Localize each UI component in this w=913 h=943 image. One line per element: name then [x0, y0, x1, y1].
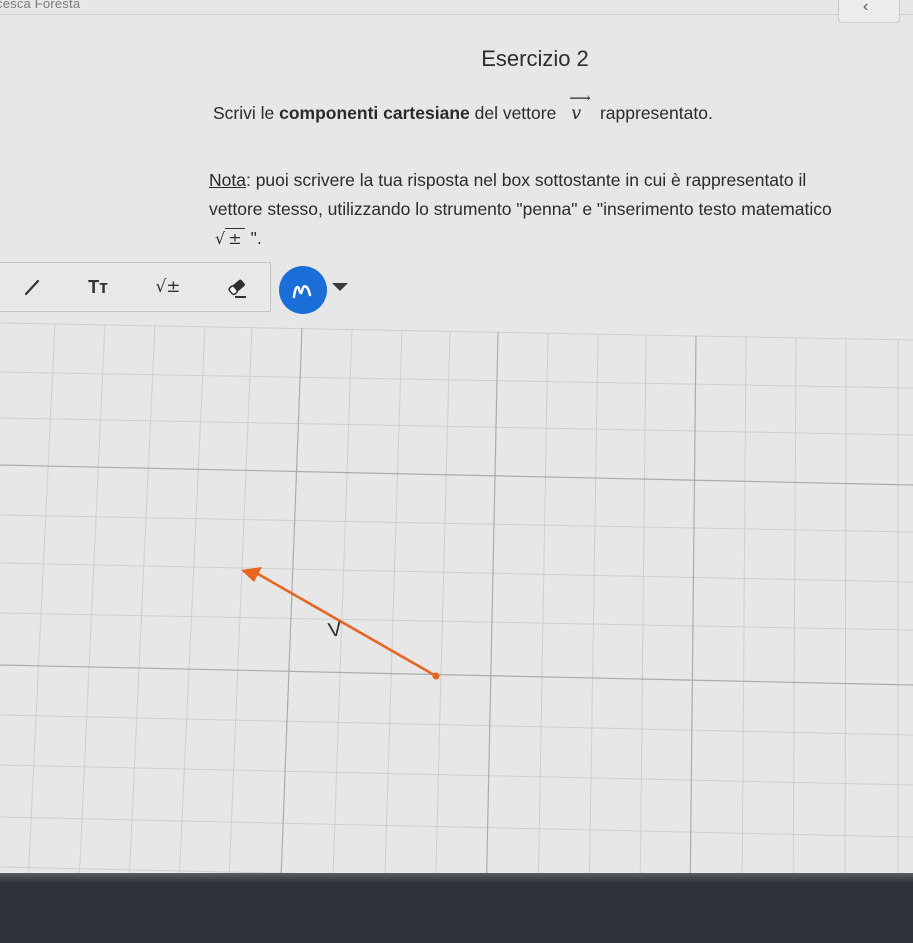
- grid-major: [0, 327, 913, 905]
- text-tool-button[interactable]: Tт: [64, 262, 133, 312]
- instruction-text: Scrivi le componenti cartesiane del vett…: [213, 89, 713, 124]
- note-label: Nota: [209, 170, 246, 190]
- note-text: Nota: puoi scrivere la tua risposta nel …: [209, 166, 849, 253]
- instruction-mid: del vettore: [469, 103, 557, 123]
- drawing-toolbar: Tт √±: [0, 262, 360, 314]
- sqrt-content: ±: [225, 228, 245, 248]
- eraser-icon: [228, 279, 246, 298]
- instruction-pre: Scrivi le: [213, 103, 280, 123]
- pen-icon: [24, 279, 40, 296]
- pen-tool-button[interactable]: [0, 262, 65, 312]
- instruction-bold: componenti cartesiane: [279, 103, 470, 123]
- math-tool-button[interactable]: √±: [132, 262, 205, 312]
- text-tool-label: Tт: [88, 276, 108, 297]
- top-divider: [0, 14, 913, 15]
- note-body: : puoi scrivere la tua risposta nel box …: [209, 170, 832, 219]
- vector-arrow-icon: ⟶: [569, 89, 591, 107]
- screen-bottom-edge: [0, 873, 913, 943]
- user-name: cesca Foresta: [0, 0, 81, 11]
- draw-mode-button[interactable]: [279, 266, 327, 314]
- eraser-tool-button[interactable]: [204, 262, 271, 312]
- collapse-button[interactable]: ‹: [838, 0, 900, 23]
- vector-letter: v: [571, 104, 582, 124]
- vector-symbol: ⟶ v: [569, 89, 591, 124]
- exercise-title: Esercizio 2: [481, 46, 589, 71]
- note-end: ".: [250, 228, 262, 248]
- math-tool-label: √±: [155, 277, 181, 297]
- top-bar: cesca Foresta: [0, 0, 913, 14]
- chevron-left-icon: ‹: [863, 0, 869, 15]
- instruction-post: rappresentato.: [599, 103, 713, 123]
- pen-stroke-icon: [292, 285, 312, 299]
- sqrt-icon: √ ±: [215, 228, 245, 248]
- drawing-canvas[interactable]: V: [0, 310, 913, 905]
- bottom-shade: [0, 873, 913, 883]
- caret-down-icon[interactable]: [332, 283, 348, 291]
- grid-minor: [0, 322, 913, 905]
